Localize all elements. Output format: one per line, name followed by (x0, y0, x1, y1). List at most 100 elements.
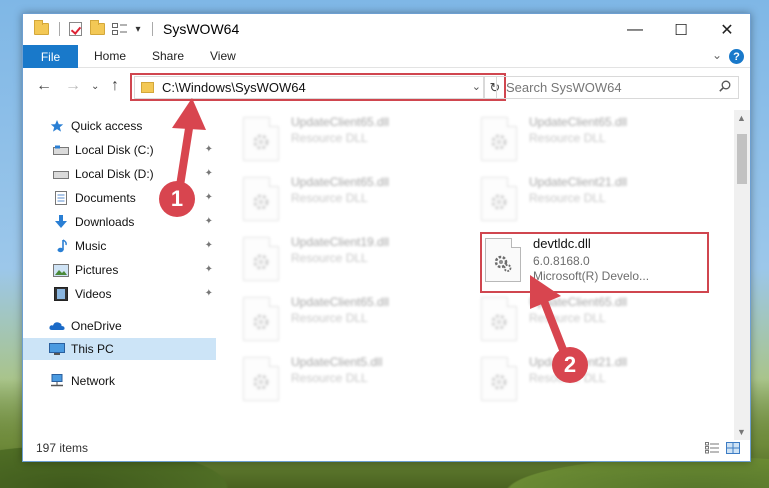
file-description: Resource DLL (291, 371, 368, 385)
file-name: UpdateClient21.dll (529, 175, 628, 189)
file-item[interactable]: UpdateClient65.dll Resource DLL (481, 115, 711, 171)
file-item[interactable]: UpdateClient65.dll Resource DLL (243, 175, 473, 231)
sidebar-item-local-disk-c[interactable]: Local Disk (C:) ✦ (23, 139, 216, 161)
file-item[interactable]: UpdateClient21.dll Resource DLL (481, 175, 711, 231)
file-name: UpdateClient65.dll (291, 115, 390, 129)
dll-file-icon (243, 357, 279, 401)
file-name: UpdateClient19.dll (291, 235, 390, 249)
file-description: Resource DLL (291, 131, 368, 145)
pin-icon[interactable]: ✦ (205, 240, 213, 251)
new-folder-icon[interactable] (88, 19, 106, 39)
file-description: Resource DLL (529, 191, 606, 205)
scrollbar-thumb[interactable] (737, 134, 747, 184)
properties-icon[interactable] (66, 19, 84, 39)
music-icon (53, 239, 69, 253)
folder-icon (32, 19, 50, 39)
file-description: Resource DLL (291, 191, 368, 205)
tab-file[interactable]: File (23, 45, 78, 68)
ribbon-collapse-icon[interactable]: ⌄ (712, 48, 722, 62)
maximize-button[interactable]: ☐ (658, 14, 704, 45)
documents-icon (53, 191, 69, 205)
toolbar-separator (56, 19, 62, 39)
sidebar-item-label: OneDrive (71, 319, 122, 333)
back-button[interactable]: ← (36, 77, 52, 95)
star-icon (49, 119, 65, 133)
file-name: UpdateClient65.dll (529, 295, 628, 309)
navigation-pane: Quick access Local Disk (C:) ✦ Local Dis… (23, 110, 216, 428)
file-name: UpdateClient65.dll (291, 295, 390, 309)
dll-file-icon (243, 177, 279, 221)
title-bar: ▾ SysWOW64 — ☐ ✕ (23, 14, 750, 45)
help-icon[interactable]: ? (729, 49, 744, 64)
pin-icon[interactable]: ✦ (205, 264, 213, 275)
sidebar-item-videos[interactable]: Videos ✦ (23, 283, 216, 305)
computer-icon (49, 342, 65, 356)
drive-icon (53, 167, 69, 181)
file-name: UpdateClient65.dll (529, 115, 628, 129)
forward-button[interactable]: → (65, 77, 81, 95)
status-bar: 197 items (23, 435, 750, 461)
close-button[interactable]: ✕ (704, 14, 750, 45)
pin-icon[interactable]: ✦ (205, 288, 213, 299)
dll-file-icon (243, 237, 279, 281)
search-icon[interactable] (719, 80, 731, 92)
sidebar-item-quick-access[interactable]: Quick access (23, 115, 216, 137)
minimize-button[interactable]: — (612, 14, 658, 45)
file-item[interactable]: UpdateClient65.dll Resource DLL (243, 115, 473, 171)
pin-icon[interactable]: ✦ (205, 144, 213, 155)
dll-file-icon (243, 117, 279, 161)
details-view-icon[interactable] (705, 442, 719, 454)
file-name: UpdateClient65.dll (291, 175, 390, 189)
file-description: Resource DLL (291, 251, 368, 265)
sidebar-item-music[interactable]: Music ✦ (23, 235, 216, 257)
dll-file-icon (481, 177, 517, 221)
recent-locations-button[interactable]: ⌄ (91, 81, 99, 92)
file-item[interactable]: UpdateClient19.dll Resource DLL (243, 235, 473, 291)
search-placeholder: Search SysWOW64 (506, 80, 622, 95)
pin-icon[interactable]: ✦ (205, 168, 213, 179)
sidebar-item-label: Local Disk (C:) (75, 143, 154, 157)
dll-file-icon (481, 117, 517, 161)
file-item[interactable]: UpdateClient5.dll Resource DLL (243, 355, 473, 411)
sidebar-item-this-pc[interactable]: This PC (23, 338, 216, 360)
customize-view-icon[interactable] (110, 19, 128, 39)
tab-view[interactable]: View (210, 49, 236, 63)
address-highlight-box (130, 73, 506, 101)
sidebar-item-label: Music (75, 239, 107, 253)
file-name: UpdateClient5.dll (291, 355, 383, 369)
sidebar-item-label: Documents (75, 191, 136, 205)
sidebar-item-pictures[interactable]: Pictures ✦ (23, 259, 216, 281)
large-icons-view-icon[interactable] (726, 442, 740, 454)
tab-share[interactable]: Share (152, 49, 184, 63)
tab-home[interactable]: Home (94, 49, 126, 63)
sidebar-item-onedrive[interactable]: OneDrive (23, 315, 216, 337)
pictures-icon (53, 263, 69, 277)
sidebar-item-label: Videos (75, 287, 112, 301)
up-button[interactable]: ↑ (111, 77, 119, 95)
sidebar-item-label: Local Disk (D:) (75, 167, 154, 181)
sidebar-item-local-disk-d[interactable]: Local Disk (D:) ✦ (23, 163, 216, 185)
sidebar-item-label: Downloads (75, 215, 135, 229)
file-item[interactable]: UpdateClient21.dll Resource DLL (481, 355, 711, 411)
scroll-up-icon[interactable]: ▲ (737, 113, 746, 123)
vertical-scrollbar[interactable]: ▲ ▼ (734, 110, 750, 440)
dll-file-icon (243, 297, 279, 341)
sidebar-item-network[interactable]: Network (23, 370, 216, 392)
search-input[interactable]: Search SysWOW64 (496, 76, 739, 99)
sidebar-item-downloads[interactable]: Downloads ✦ (23, 211, 216, 233)
callout-badge-2: 2 (552, 347, 588, 383)
file-item[interactable]: UpdateClient65.dll Resource DLL (243, 295, 473, 351)
file-description: Resource DLL (529, 131, 606, 145)
pin-icon[interactable]: ✦ (205, 216, 213, 227)
dll-file-icon (481, 357, 517, 401)
file-item[interactable]: UpdateClient65.dll Resource DLL (481, 295, 711, 351)
sidebar-item-label: Quick access (71, 119, 143, 133)
videos-icon (53, 287, 69, 301)
quick-access-dropdown-icon[interactable]: ▾ (132, 19, 144, 39)
pin-icon[interactable]: ✦ (205, 192, 213, 203)
ribbon-tabs: File Home Share View ⌄ ? (23, 45, 750, 68)
callout-badge-1: 1 (159, 181, 195, 217)
window-title: SysWOW64 (163, 21, 240, 37)
file-description: Resource DLL (529, 311, 606, 325)
item-count: 197 items (36, 441, 89, 455)
